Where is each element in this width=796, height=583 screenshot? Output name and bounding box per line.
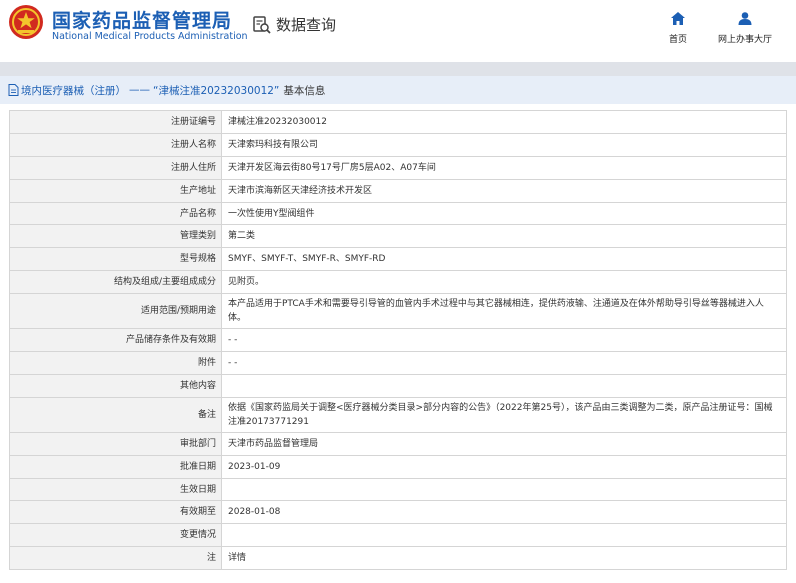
nav-online-hall[interactable]: 网上办事大厅: [712, 10, 778, 45]
home-icon: [671, 12, 685, 25]
brand-title-cn: 国家药品监督管理局: [52, 10, 233, 32]
row-value: [221, 523, 787, 548]
row-value: [221, 477, 787, 502]
nav-online-hall-label: 网上办事大厅: [717, 35, 772, 45]
row-label: 审批部门: [9, 431, 222, 456]
table-row: 注册证编号 津械注准20232030012: [9, 110, 787, 134]
row-value: 本产品适用于PTCA手术和需要导引导管的血管内手术过程中与其它器械相连，提供药液…: [221, 293, 787, 330]
row-label: 生效日期: [9, 477, 222, 502]
page-title-bar: 境内医疗器械（注册） —— “津械注准20232030012” 基本信息: [0, 76, 796, 104]
row-label: 附件: [9, 351, 222, 375]
row-label: 管理类别: [9, 224, 222, 249]
row-label: 注册证编号: [9, 110, 222, 134]
registration-detail-table: 注册证编号 津械注准20232030012 注册人名称 天津索玛科技有限公司 注册人住所…: [9, 110, 787, 571]
row-label: 注: [9, 546, 222, 571]
national-emblem-icon: [9, 5, 43, 39]
row-label: 适用范围/预期用途: [9, 293, 222, 330]
table-row: 变更情况: [9, 523, 787, 548]
table-row: 管理类别 第二类: [9, 224, 787, 249]
row-value: 第二类: [221, 224, 787, 249]
row-value: 天津市滨海新区天津经济技术开发区: [221, 178, 787, 203]
row-value: 天津市药品监督管理局: [221, 431, 787, 456]
breadcrumb-category[interactable]: 境内医疗器械（注册）: [21, 83, 126, 98]
nav-home-label: 首页: [668, 35, 687, 45]
row-label: 注册人住所: [9, 155, 222, 180]
document-icon: [8, 84, 19, 96]
row-label: 备注: [9, 396, 222, 433]
row-value: 2023-01-09: [221, 454, 787, 479]
table-row: 其他内容: [9, 373, 787, 398]
table-row: 附件 - -: [9, 351, 787, 375]
header-divider-band: [0, 62, 796, 76]
row-value: 见附页。: [221, 270, 787, 295]
table-row: 备注 依据《国家药监局关于调整<医疗器械分类目录>部分内容的公告》（2022年第2…: [9, 396, 787, 433]
row-label: 结构及组成/主要组成成分: [9, 270, 222, 295]
row-label: 注册人名称: [9, 132, 222, 157]
user-icon: [738, 12, 752, 25]
row-label: 其他内容: [9, 373, 222, 398]
table-row: 注册人名称 天津索玛科技有限公司: [9, 132, 787, 157]
table-row: 产品储存条件及有效期 - -: [9, 328, 787, 353]
row-value: - -: [221, 328, 787, 353]
row-value: 依据《国家药监局关于调整<医疗器械分类目录>部分内容的公告》（2022年第25号…: [221, 396, 787, 433]
table-row: 生效日期: [9, 477, 787, 502]
row-label: 批准日期: [9, 454, 222, 479]
table-row: 生产地址 天津市滨海新区天津经济技术开发区: [9, 178, 787, 203]
detail-table-container: 注册证编号 津械注准20232030012 注册人名称 天津索玛科技有限公司 注册人住所…: [9, 110, 787, 571]
table-row: 型号规格 SMYF、SMYF-T、SMYF-R、SMYF-RD: [9, 247, 787, 272]
row-value: 天津索玛科技有限公司: [221, 132, 787, 157]
row-value: 2028-01-08: [221, 500, 787, 525]
details-link[interactable]: 详情: [221, 546, 787, 571]
table-row: 产品名称 一次性使用Y型阀组件: [9, 201, 787, 226]
brand-title-en: National Medical Products Administration: [52, 31, 248, 42]
data-query-link[interactable]: 数据查询: [252, 14, 336, 35]
row-label: 产品名称: [9, 201, 222, 226]
table-row: 结构及组成/主要组成成分 见附页。: [9, 270, 787, 295]
table-row: 注册人住所 天津开发区海云街80号17号厂房5层A02、A07车间: [9, 155, 787, 180]
table-row: 批准日期 2023-01-09: [9, 454, 787, 479]
row-value: 津械注准20232030012: [221, 110, 787, 134]
breadcrumb-record: “津械注准20232030012”: [153, 84, 280, 97]
row-value: 天津开发区海云街80号17号厂房5层A02、A07车间: [221, 155, 787, 180]
table-row: 有效期至 2028-01-08: [9, 500, 787, 525]
site-header: 国家药品监督管理局 National Medical Products Admi…: [0, 0, 796, 62]
row-label: 生产地址: [9, 178, 222, 203]
nav-home[interactable]: 首页: [660, 10, 696, 45]
table-row: 注详情: [9, 546, 787, 571]
row-label: 型号规格: [9, 247, 222, 272]
table-row: 审批部门 天津市药品监督管理局: [9, 431, 787, 456]
data-search-icon: [253, 15, 271, 34]
table-row: 适用范围/预期用途 本产品适用于PTCA手术和需要导引导管的血管内手术过程中与其它…: [9, 293, 787, 330]
breadcrumb-suffix: 基本信息: [283, 84, 326, 97]
row-label: 产品储存条件及有效期: [9, 328, 222, 353]
data-query-label: 数据查询: [276, 16, 337, 34]
breadcrumb-separator: ——: [129, 84, 150, 96]
row-value: - -: [221, 351, 787, 375]
row-value: SMYF、SMYF-T、SMYF-R、SMYF-RD: [221, 247, 787, 272]
row-label: 变更情况: [9, 523, 222, 548]
row-label: 有效期至: [9, 500, 222, 525]
row-value: 一次性使用Y型阀组件: [221, 201, 787, 226]
row-value: [221, 373, 787, 398]
